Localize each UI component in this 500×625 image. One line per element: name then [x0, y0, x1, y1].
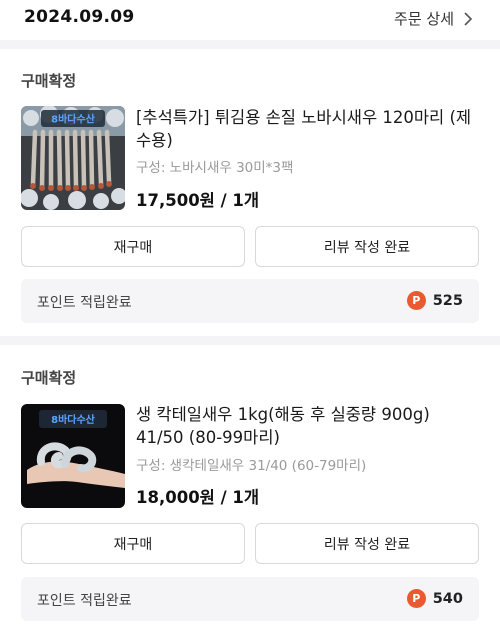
product-thumbnail[interactable]: 8바다수산 [21, 106, 125, 210]
review-complete-button[interactable]: 리뷰 작성 완료 [255, 523, 479, 564]
points-value: 525 [432, 292, 463, 309]
brand-watermark: 8바다수산 [51, 413, 96, 426]
product-name[interactable]: 생 칵테일새우 1kg(해동 후 실중량 900g) 41/50 (80-99마… [136, 403, 478, 449]
rebuy-button[interactable]: 재구매 [21, 523, 245, 564]
order-header: 2024.09.09 주문 상세 [0, 0, 500, 38]
purchase-status: 구매확정 [21, 369, 77, 387]
order-detail-link[interactable]: 주문 상세 [394, 8, 474, 29]
rebuy-button[interactable]: 재구매 [21, 226, 245, 267]
product-option: 구성: 노바시새우 30미*3팩 [136, 160, 294, 176]
chevron-right-icon [462, 11, 474, 26]
points-value-group: P 540 [406, 589, 463, 608]
order-detail-label: 주문 상세 [394, 10, 454, 28]
points-label: 포인트 적립완료 [37, 295, 132, 311]
brand-watermark: 8바다수산 [51, 113, 96, 126]
points-box: 포인트 적립완료 P 540 [21, 577, 479, 621]
product-name[interactable]: [추석특가] 튀김용 손질 노바시새우 120마리 (제수용) [136, 106, 478, 152]
product-price: 17,500원 / 1개 [136, 191, 260, 210]
points-value-group: P 525 [406, 291, 463, 310]
points-label: 포인트 적립완료 [37, 593, 132, 609]
order-card: 구매확정 8바다수산 생 칵테일새우 1kg(해동 후 실중량 900g) 41… [0, 345, 500, 625]
point-icon: P [406, 589, 426, 608]
product-thumbnail[interactable]: 8바다수산 [21, 404, 125, 508]
order-card: 구매확정 8바다수산 [추석특가] 튀김용 손질 노바시새우 120마리 (제수… [0, 49, 500, 336]
review-complete-button[interactable]: 리뷰 작성 완료 [255, 226, 479, 267]
section-divider [0, 336, 500, 345]
section-divider [0, 40, 500, 49]
points-box: 포인트 적립완료 P 525 [21, 279, 479, 323]
product-option: 구성: 생칵테일새우 31/40 (60-79마리) [136, 458, 367, 474]
purchase-status: 구매확정 [21, 72, 77, 90]
product-price: 18,000원 / 1개 [136, 488, 260, 507]
point-icon: P [406, 291, 426, 310]
points-value: 540 [432, 590, 463, 607]
order-date: 2024.09.09 [24, 7, 135, 27]
